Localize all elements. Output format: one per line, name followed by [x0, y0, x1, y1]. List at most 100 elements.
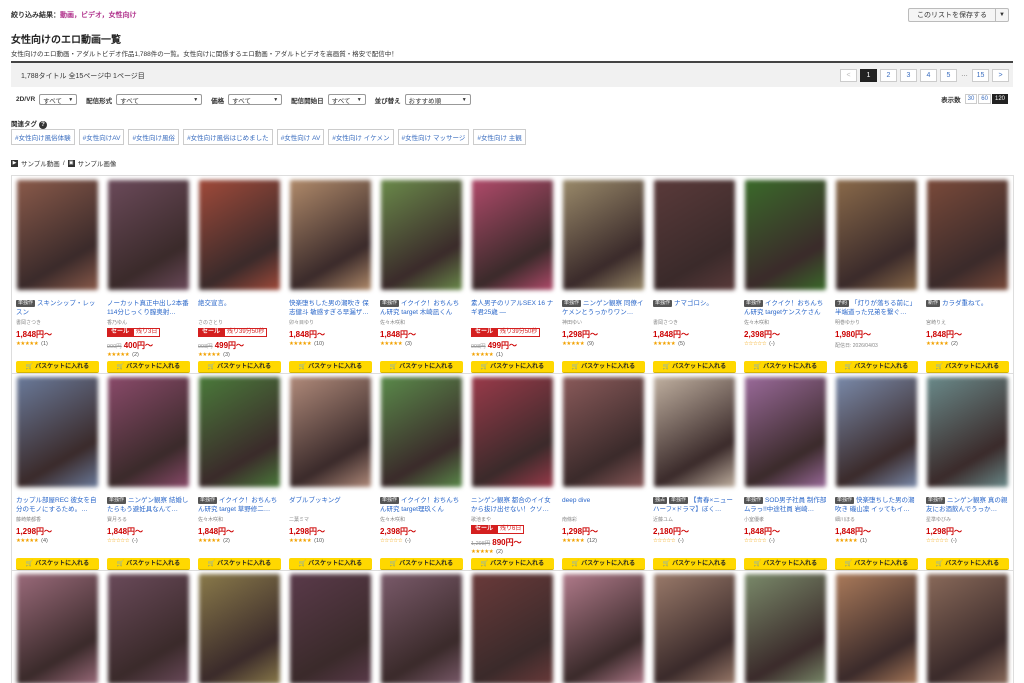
product-actress[interactable]: 細川ほる [835, 516, 919, 523]
product-actress[interactable]: 歌池まや [471, 516, 555, 523]
product-thumbnail[interactable] [472, 377, 553, 487]
product-title[interactable]: deep dive [562, 496, 646, 514]
product-thumbnail[interactable] [290, 180, 371, 290]
product-card[interactable] [558, 574, 649, 683]
product-card[interactable] [285, 574, 376, 683]
product-card[interactable]: ニンゲン観察 都合のイイ女から抜け出せない！クソ… 歌池まや セール 残り6日 1,29… [467, 377, 558, 574]
product-thumbnail[interactable] [927, 180, 1008, 290]
product-thumbnail[interactable] [654, 377, 735, 487]
product-card[interactable]: 単独作 イクイク！おちんちん研究 target 木崎凪くん 佐々木咲和 1,848円〜… [376, 180, 467, 377]
product-title[interactable]: 絶交宣言。 [198, 299, 282, 317]
display-option-60[interactable]: 60 [978, 94, 991, 104]
page-link-5[interactable]: 5 [940, 69, 957, 82]
product-thumbnail[interactable] [836, 377, 917, 487]
product-card[interactable]: 単独作 スキンシップ・レッスン 書岡さつき 1,848円〜 ★★★★★ (1) 🛒 バスケッ… [12, 180, 103, 377]
product-card[interactable]: 単独作 ナマゴロシ。 書岡さつき 1,848円〜 ★★★★★ (5) 🛒 バスケットに入れる [649, 180, 740, 377]
filter-select[interactable]: すべて ▼ [116, 94, 203, 105]
related-tag-link[interactable]: #女性向け風俗体験 [11, 129, 75, 145]
product-card[interactable] [376, 574, 467, 683]
product-card[interactable] [467, 574, 558, 683]
related-tag-link[interactable]: #女性向け 主観 [473, 129, 526, 145]
product-thumbnail[interactable] [381, 377, 462, 487]
product-card[interactable]: 単独作 ニンゲン観察 同僚イケメンとうっかりワン… 神田ゆい 1,298円〜 ★★★★★… [558, 180, 649, 377]
product-actress[interactable]: 書岡さつき [653, 319, 737, 326]
product-title[interactable]: ダブルブッキング [289, 496, 373, 514]
product-actress[interactable]: 藤崎菜都香 [16, 516, 100, 523]
product-title[interactable]: 単独作 ニンゲン観察 結婚したらもう避妊具なんて… [107, 496, 191, 514]
product-card[interactable]: 単独作 ニンゲン観察 真の親友にお酒飲んでうっか… 星準ゆびみ 1,298円〜 ☆☆☆☆… [922, 377, 1013, 574]
product-thumbnail[interactable] [563, 180, 644, 290]
product-actress[interactable]: 卯々目ゆり [289, 319, 373, 326]
product-card[interactable]: deep dive 南條彩 1,298円〜 ★★★★★ (12) 🛒 バスケットに入れる [558, 377, 649, 574]
product-actress[interactable]: 南條彩 [562, 516, 646, 523]
product-actress[interactable]: 小室優孝 [744, 516, 828, 523]
product-card[interactable]: 新作 カラダ重ねて。 宮崎りえ 1,848円〜 ★★★★★ (2) 🛒 バスケットに入れる [922, 180, 1013, 377]
product-actress[interactable]: 明巻ゆかり [835, 319, 919, 326]
product-card[interactable] [12, 574, 103, 683]
product-card[interactable]: 単独作 ニンゲン観察 結婚したらもう避妊具なんて… 寶月ろる 1,848円〜 ☆☆☆☆☆… [103, 377, 194, 574]
product-title[interactable]: 独占 単独作 【青春×ニューハーフ×ドラマ】ぼく… [653, 496, 737, 514]
product-thumbnail[interactable] [654, 180, 735, 290]
product-title[interactable]: 単独作 快楽堕ちした男の潮吹き 磯山凜 イッてもイ… [835, 496, 919, 514]
page-link-4[interactable]: 4 [920, 69, 937, 82]
product-card[interactable]: ダブルブッキング 二葉ミマ 1,298円〜 ★★★★★ (10) 🛒 バスケットに入れる [285, 377, 376, 574]
product-title[interactable]: 単独作 ニンゲン観察 同僚イケメンとうっかりワン… [562, 299, 646, 317]
related-tag-link[interactable]: #女性向けAV [78, 129, 125, 145]
product-title[interactable]: ニンゲン観察 都合のイイ女から抜け出せない！クソ… [471, 496, 555, 514]
product-title[interactable]: 素人男子のリアルSEX 16 ナギ君25歳 — [471, 299, 555, 317]
add-to-basket-button[interactable]: 🛒 バスケットに入れる [562, 558, 645, 570]
product-thumbnail[interactable] [17, 377, 98, 487]
save-list-button[interactable]: このリストを保存する ▼ [908, 8, 1009, 22]
add-to-basket-button[interactable]: 🛒 バスケットに入れる [835, 361, 918, 373]
display-option-120[interactable]: 120 [991, 94, 1008, 104]
product-thumbnail[interactable] [745, 180, 826, 290]
product-thumbnail[interactable] [472, 180, 553, 290]
add-to-basket-button[interactable]: 🛒 バスケットに入れる [198, 558, 281, 570]
product-card[interactable]: 単独作 SOD男子社員 制作部 ムラっ!!中途社員 岩崎… 小室優孝 1,848円〜 ☆… [740, 377, 831, 574]
page-link-3[interactable]: 3 [900, 69, 917, 82]
product-card[interactable]: 快楽堕ちした男の潮吹き 保志健斗 敏感すぎる早漏ザ… 卯々目ゆり 1,848円〜 ★★… [285, 180, 376, 377]
product-actress[interactable]: 宮崎りえ [926, 319, 1010, 326]
product-card[interactable]: 絶交宣言。 さのさとり セール 残り39分50秒 998円 499円〜 ★★★★★ (3) 🛒 … [194, 180, 285, 377]
product-title[interactable]: 単独作 SOD男子社員 制作部 ムラっ!!中途社員 岩崎… [744, 496, 828, 514]
product-title[interactable]: ノーカット真正中出し2本番 114分じっくり膣奥射… [107, 299, 191, 317]
product-thumbnail[interactable] [745, 574, 826, 683]
product-thumbnail[interactable] [108, 574, 189, 683]
product-card[interactable]: 素人男子のリアルSEX 16 ナギ君25歳 — セール 残り39分50秒 998円 49… [467, 180, 558, 377]
add-to-basket-button[interactable]: 🛒 バスケットに入れる [16, 361, 99, 373]
product-title[interactable]: 単独作 イクイク！おちんちん研究 target 木崎凪くん [380, 299, 464, 317]
product-title[interactable]: 単独作 ナマゴロシ。 [653, 299, 737, 317]
product-title[interactable]: カップル部屋REC 彼女を自分のモノにするため。… [16, 496, 100, 514]
product-card[interactable]: カップル部屋REC 彼女を自分のモノにするため。… 藤崎菜都香 1,298円〜 ★★★… [12, 377, 103, 574]
related-tag-link[interactable]: #女性向け マッサージ [397, 129, 470, 145]
product-actress[interactable]: 寶月ろる [107, 516, 191, 523]
product-thumbnail[interactable] [199, 377, 280, 487]
add-to-basket-button[interactable]: 🛒 バスケットに入れる [289, 558, 372, 570]
filter-select[interactable]: すべて ▼ [39, 94, 78, 105]
product-title[interactable]: 予約 「灯りが落ちる前に」半端道った兄弟を繋ぐ… [835, 299, 919, 317]
product-card[interactable]: 単独作 快楽堕ちした男の潮吹き 磯山凜 イッてもイ… 細川ほる 1,848円〜 ★★★★… [831, 377, 922, 574]
product-thumbnail[interactable] [927, 574, 1008, 683]
product-thumbnail[interactable] [199, 180, 280, 290]
product-card[interactable] [103, 574, 194, 683]
product-thumbnail[interactable] [290, 377, 371, 487]
page-link-2[interactable]: 2 [880, 69, 897, 82]
product-thumbnail[interactable] [472, 574, 553, 683]
product-card[interactable] [194, 574, 285, 683]
product-card[interactable]: 予約 「灯りが落ちる前に」半端道った兄弟を繋ぐ… 明巻ゆかり 1,980円〜 配信日: … [831, 180, 922, 377]
product-card[interactable] [740, 574, 831, 683]
add-to-basket-button[interactable]: 🛒 バスケットに入れる [835, 558, 918, 570]
add-to-basket-button[interactable]: 🛒 バスケットに入れる [744, 361, 827, 373]
product-actress[interactable]: さのさとり [198, 319, 282, 326]
product-title[interactable]: 単独作 イクイク！おちんちん研究 target理玖くん [380, 496, 464, 514]
product-thumbnail[interactable] [17, 574, 98, 683]
add-to-basket-button[interactable]: 🛒 バスケットに入れる [653, 558, 736, 570]
product-title[interactable]: 快楽堕ちした男の潮吹き 保志健斗 敏感すぎる早漏ザ… [289, 299, 373, 317]
add-to-basket-button[interactable]: 🛒 バスケットに入れる [562, 361, 645, 373]
add-to-basket-button[interactable]: 🛒 バスケットに入れる [380, 558, 463, 570]
product-thumbnail[interactable] [108, 377, 189, 487]
product-thumbnail[interactable] [563, 377, 644, 487]
filter-select[interactable]: すべて ▼ [228, 94, 283, 105]
product-actress[interactable] [471, 319, 555, 326]
product-actress[interactable]: 二葉ミマ [289, 516, 373, 523]
